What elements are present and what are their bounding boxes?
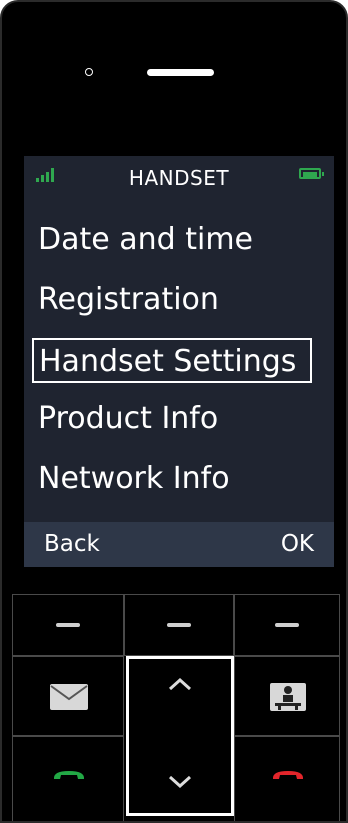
dash-icon xyxy=(167,623,191,627)
front-camera xyxy=(85,68,93,76)
keypad xyxy=(12,594,340,821)
phone-handset: HANDSET Date and time Registration Hands… xyxy=(0,0,348,823)
end-call-button[interactable] xyxy=(234,736,340,821)
message-button[interactable] xyxy=(12,656,124,736)
dash-icon xyxy=(56,623,80,627)
softkey-bar: Back OK xyxy=(24,522,334,567)
earpiece-speaker xyxy=(147,69,214,76)
right-softkey-button[interactable] xyxy=(234,594,340,656)
softkey-back-label[interactable]: Back xyxy=(44,531,100,557)
display-screen: HANDSET Date and time Registration Hands… xyxy=(24,156,334,567)
softkey-ok-label[interactable]: OK xyxy=(281,531,314,557)
menu-item-registration[interactable]: Registration xyxy=(38,280,219,320)
envelope-icon xyxy=(50,684,88,710)
menu-item-network-info[interactable]: Network Info xyxy=(38,459,230,499)
phonebook-button[interactable] xyxy=(234,656,340,736)
phonebook-icon xyxy=(270,683,306,711)
dash-icon xyxy=(275,623,299,627)
screen-title: HANDSET xyxy=(128,166,230,190)
navigation-key[interactable] xyxy=(126,656,234,816)
chevron-down-icon xyxy=(168,775,192,789)
call-button[interactable] xyxy=(12,736,124,821)
center-softkey-button[interactable] xyxy=(124,594,234,656)
menu-item-handset-settings[interactable]: Handset Settings xyxy=(32,338,313,383)
nav-down-button[interactable] xyxy=(129,769,231,794)
battery-full-icon xyxy=(299,168,324,179)
call-green-icon xyxy=(53,771,85,779)
chevron-up-icon xyxy=(168,677,192,691)
left-softkey-button[interactable] xyxy=(12,594,124,656)
nav-up-button[interactable] xyxy=(129,671,231,696)
end-call-red-icon xyxy=(272,771,304,779)
status-bar: HANDSET xyxy=(24,156,334,196)
menu-item-date-and-time[interactable]: Date and time xyxy=(38,220,253,260)
menu-item-product-info[interactable]: Product Info xyxy=(38,399,218,439)
